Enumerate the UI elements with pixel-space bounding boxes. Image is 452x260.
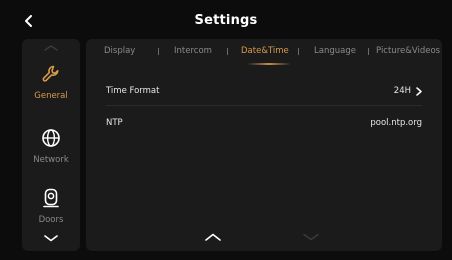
page-down-button[interactable] — [302, 232, 320, 242]
sidebar-scroll-down-button[interactable] — [22, 235, 80, 242]
tab-separator — [298, 48, 299, 55]
row-divider — [106, 105, 422, 106]
sidebar-item-label: Network — [33, 155, 69, 165]
chevron-left-icon — [25, 15, 32, 27]
chevron-down-icon — [44, 235, 58, 242]
setting-row-ntp[interactable]: NTP pool.ntp.org — [106, 112, 422, 134]
setting-label: NTP — [106, 118, 123, 128]
tab-bar: Display Intercom Date&Time Language Pict… — [86, 39, 442, 65]
header-bar: Settings — [0, 0, 452, 40]
setting-row-time-format[interactable]: Time Format 24H — [106, 80, 422, 102]
back-button[interactable] — [22, 14, 36, 28]
page-up-button[interactable] — [204, 232, 222, 242]
tab-intercom[interactable]: Intercom — [174, 46, 212, 56]
tab-separator — [368, 48, 369, 55]
globe-icon — [40, 127, 62, 149]
sidebar-item-label: General — [34, 91, 68, 101]
sidebar-scroll-up-button[interactable] — [22, 45, 80, 51]
sidebar-item-general[interactable]: General — [22, 63, 80, 101]
setting-value: pool.ntp.org — [370, 118, 422, 128]
settings-panel: Display Intercom Date&Time Language Pict… — [86, 39, 442, 251]
sidebar: General Network Doors — [22, 39, 80, 251]
tab-separator — [227, 48, 228, 55]
setting-value: 24H — [394, 86, 422, 96]
tab-separator — [158, 48, 159, 55]
sidebar-item-label: Doors — [38, 215, 64, 225]
chevron-up-icon — [205, 233, 221, 241]
sidebar-item-doors[interactable]: Doors — [22, 187, 80, 225]
door-camera-icon — [40, 187, 62, 209]
page-title: Settings — [194, 12, 258, 28]
chevron-up-icon — [44, 45, 58, 51]
chevron-right-icon — [416, 86, 422, 96]
wrench-icon — [40, 63, 62, 85]
tab-language[interactable]: Language — [314, 46, 356, 56]
tab-date-time[interactable]: Date&Time — [241, 46, 289, 56]
active-tab-indicator — [247, 63, 291, 65]
sidebar-item-network[interactable]: Network — [22, 127, 80, 165]
setting-value-text: 24H — [393, 86, 411, 96]
setting-label: Time Format — [106, 86, 160, 96]
tab-picture-videos[interactable]: Picture&Videos — [376, 46, 440, 56]
chevron-down-icon — [303, 233, 319, 241]
setting-value-text: pool.ntp.org — [370, 118, 422, 128]
tab-display[interactable]: Display — [104, 46, 135, 56]
